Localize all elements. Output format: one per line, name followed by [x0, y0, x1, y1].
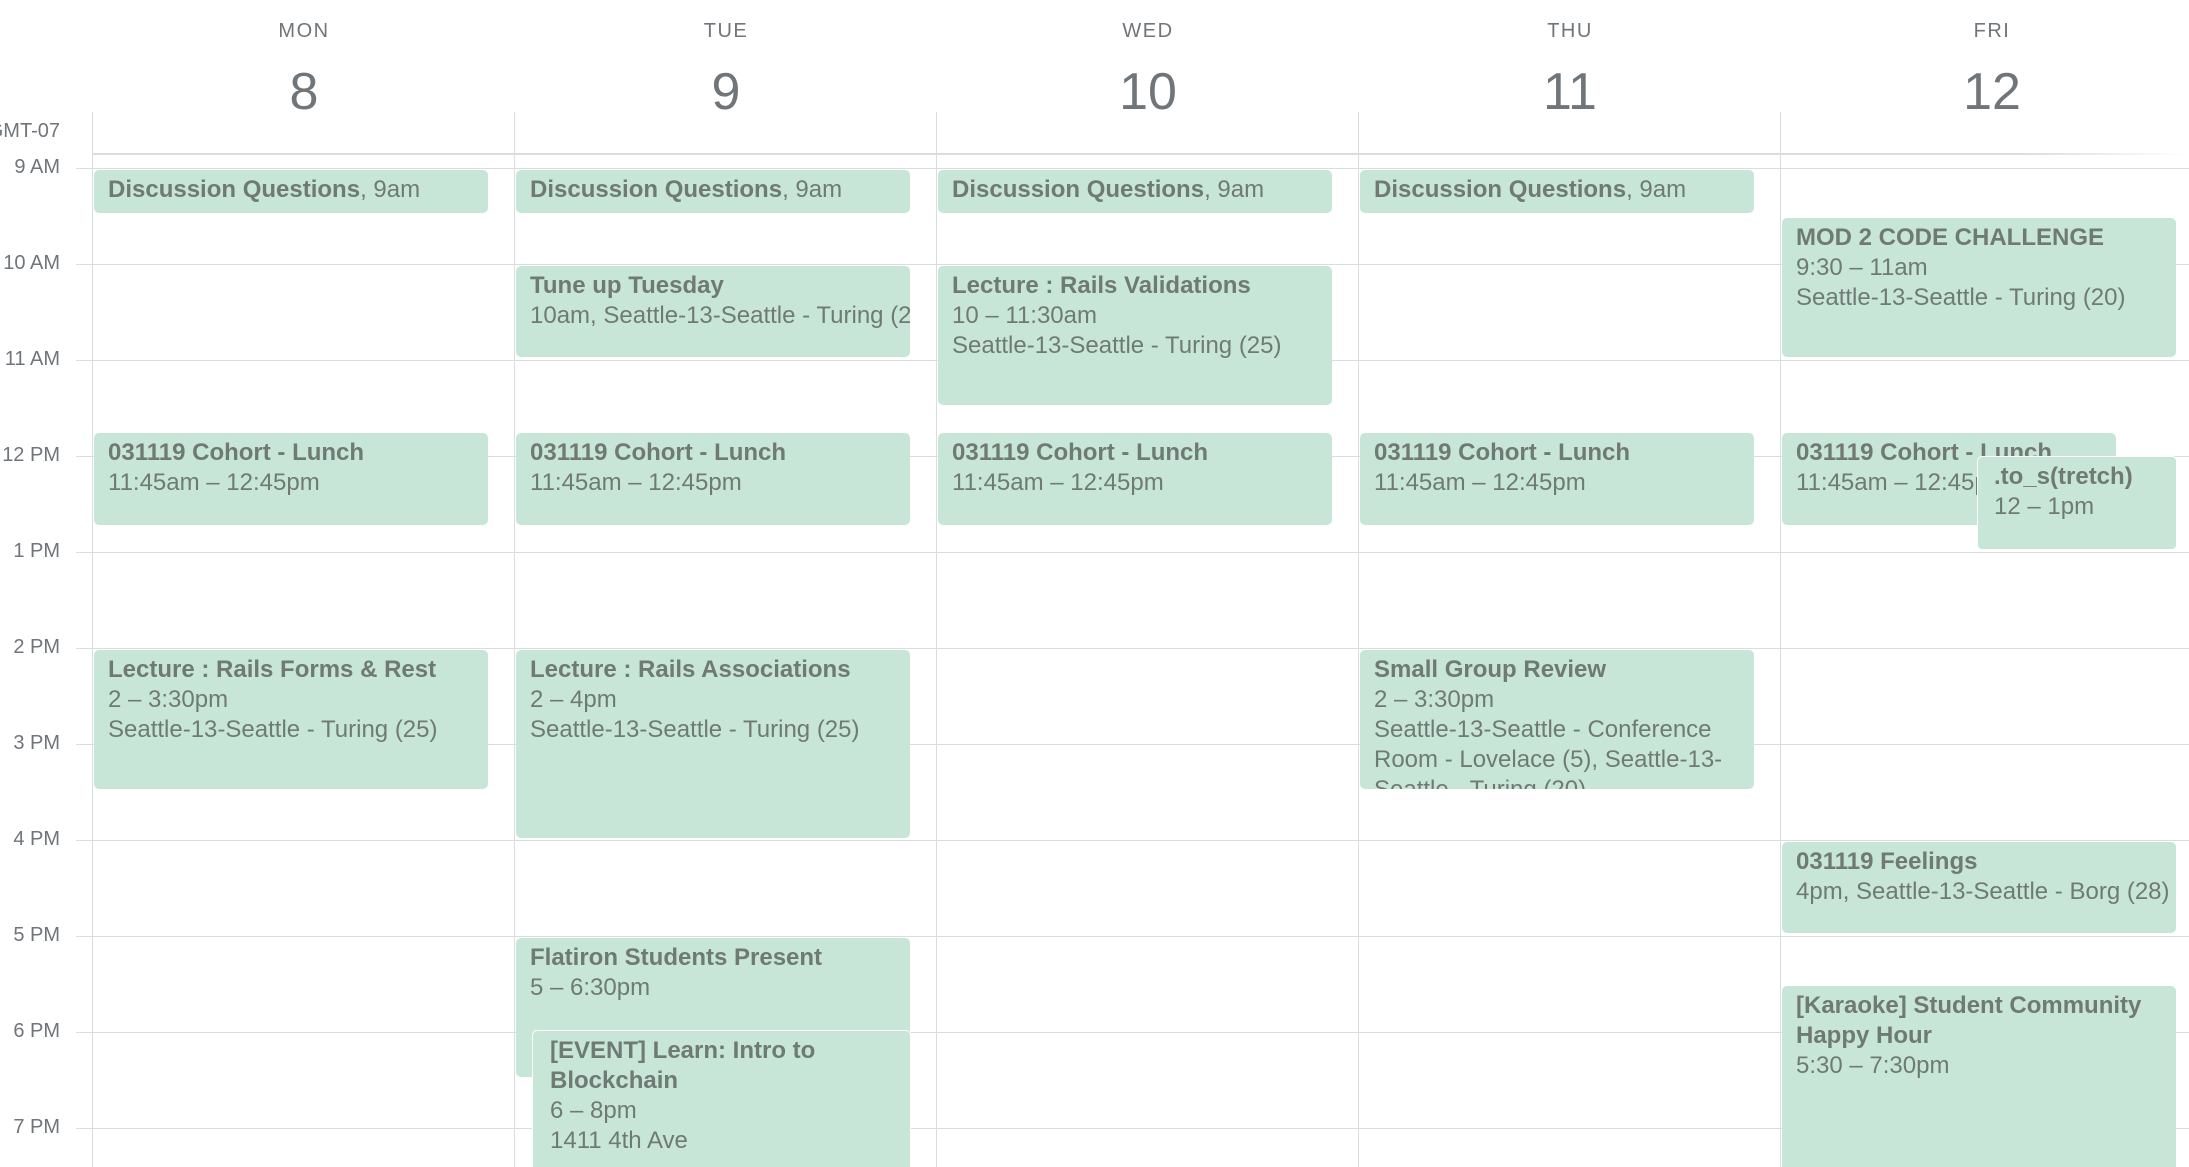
- event-location: Seattle-13-Seattle - Turing (25): [108, 716, 438, 743]
- event-time: 11:45am – 12:45pm: [1374, 469, 1586, 496]
- event-lecture-rails-validations[interactable]: Lecture : Rails Validations 10 – 11:30am…: [938, 266, 1332, 405]
- event-title: .to_s(tretch): [1994, 463, 2133, 490]
- event-small-group-review[interactable]: Small Group Review 2 – 3:30pm Seattle-13…: [1360, 650, 1754, 789]
- hour-label: 9 AM: [14, 156, 60, 178]
- all-day-divider: [92, 153, 2189, 155]
- hour-label: 2 PM: [13, 636, 60, 658]
- event-discussion-questions[interactable]: Discussion Questions, 9am: [94, 170, 488, 213]
- event-time: 11:45am – 12:45pm: [952, 469, 1164, 496]
- hour-label: 7 PM: [13, 1116, 60, 1138]
- hour-label: 5 PM: [13, 924, 60, 946]
- event-title: MOD 2 CODE CHALLENGE: [1796, 224, 2105, 251]
- hour-label: 11 AM: [4, 348, 60, 370]
- day-number[interactable]: 10: [937, 62, 1359, 122]
- day-of-week-label: MON: [278, 20, 330, 42]
- event-learn-intro-blockchain[interactable]: [EVENT] Learn: Intro to Blockchain 6 – 8…: [532, 1030, 911, 1167]
- event-title: Flatiron Students Present: [530, 944, 823, 971]
- hour-line-2pm: [76, 648, 2189, 649]
- event-title: Lecture : Rails Validations: [952, 272, 1251, 299]
- event-tune-up-tuesday[interactable]: Tune up Tuesday 10am, Seattle-13-Seattle…: [516, 266, 910, 357]
- event-karaoke-happy-hour[interactable]: [Karaoke] Student Community Happy Hour 5…: [1782, 986, 2176, 1167]
- event-time: 2 – 3:30pm: [108, 686, 229, 713]
- hour-label: 6 PM: [13, 1020, 60, 1042]
- event-time: 10 – 11:30am: [952, 302, 1097, 329]
- event-time: 2 – 4pm: [530, 686, 617, 713]
- hour-line-1pm: [76, 552, 2189, 553]
- calendar-week-view: MON 8 TUE 9 WED 10 THU 11 FRI 12 GMT-07 …: [0, 0, 2189, 1167]
- event-time: 2 – 3:30pm: [1374, 686, 1495, 713]
- event-title: Discussion Questions: [952, 176, 1205, 203]
- day-of-week-label: TUE: [703, 20, 749, 42]
- timezone-label: GMT-07: [0, 120, 60, 142]
- event-location: Seattle-13-Seattle - Turing (25): [952, 332, 1282, 359]
- event-time: , 9am: [1626, 176, 1687, 203]
- day-divider: [1358, 112, 1359, 1167]
- event-discussion-questions[interactable]: Discussion Questions, 9am: [516, 170, 910, 213]
- event-title: [Karaoke] Student Community Happy Hour: [1796, 992, 2142, 1049]
- day-divider: [936, 112, 937, 1167]
- day-of-week-label: THU: [1547, 20, 1593, 42]
- event-lecture-rails-forms[interactable]: Lecture : Rails Forms & Rest 2 – 3:30pm …: [94, 650, 488, 789]
- event-title: 031119 Cohort - Lunch: [530, 439, 787, 466]
- hour-label: 4 PM: [13, 828, 60, 850]
- day-of-week-label: WED: [1122, 20, 1174, 42]
- event-title: 031119 Cohort - Lunch: [1374, 439, 1631, 466]
- event-cohort-lunch[interactable]: 031119 Cohort - Lunch 11:45am – 12:45pm: [938, 433, 1332, 525]
- hour-line-4pm: [76, 840, 2189, 841]
- event-title: Discussion Questions: [1374, 176, 1627, 203]
- event-cohort-feelings[interactable]: 031119 Feelings 4pm, Seattle-13-Seattle …: [1782, 842, 2176, 933]
- event-cohort-lunch[interactable]: 031119 Cohort - Lunch 11:45am – 12:45pm: [516, 433, 910, 525]
- event-title: Small Group Review: [1374, 656, 1607, 683]
- hour-line-5pm: [76, 936, 2189, 937]
- event-time: 5 – 6:30pm: [530, 974, 651, 1001]
- day-number[interactable]: 11: [1359, 62, 1781, 122]
- event-title: 031119 Cohort - Lunch: [952, 439, 1209, 466]
- event-title: [EVENT] Learn: Intro to Blockchain: [550, 1037, 816, 1094]
- hour-label: 12 PM: [2, 444, 60, 466]
- event-time: 5:30 – 7:30pm: [1796, 1052, 1950, 1079]
- event-time: , 9am: [1204, 176, 1265, 203]
- event-title: Lecture : Rails Forms & Rest: [108, 656, 437, 683]
- event-time: 6 – 8pm: [550, 1097, 637, 1124]
- event-location: Seattle-13-Seattle - Turing (20): [1796, 284, 2126, 311]
- day-divider: [514, 112, 515, 1167]
- event-time: 10am, Seattle-13-Seattle - Turing (2: [530, 302, 910, 329]
- event-location: Seattle-13-Seattle - Turing (25): [530, 716, 860, 743]
- day-of-week-label: FRI: [1973, 20, 2011, 42]
- event-title: Tune up Tuesday: [530, 272, 724, 299]
- event-to-s-tretch[interactable]: .to_s(tretch) 12 – 1pm: [1977, 456, 2177, 550]
- event-discussion-questions[interactable]: Discussion Questions, 9am: [938, 170, 1332, 213]
- event-time: 11:45am – 12:45pm: [530, 469, 742, 496]
- event-mod2-code-challenge[interactable]: MOD 2 CODE CHALLENGE 9:30 – 11am Seattle…: [1782, 218, 2176, 357]
- hour-line-9am: [76, 168, 2189, 169]
- event-title: 031119 Feelings: [1796, 848, 1978, 875]
- event-title: Discussion Questions: [108, 176, 361, 203]
- hour-label: 3 PM: [13, 732, 60, 754]
- day-number[interactable]: 8: [93, 62, 515, 122]
- event-time: 4pm, Seattle-13-Seattle - Borg (28): [1796, 878, 2170, 905]
- hour-label: 10 AM: [3, 252, 60, 274]
- event-location: Seattle-13-Seattle - Conference Room - L…: [1374, 716, 1723, 789]
- event-lecture-rails-associations[interactable]: Lecture : Rails Associations 2 – 4pm Sea…: [516, 650, 910, 838]
- day-divider: [1780, 112, 1781, 1167]
- event-location: 1411 4th Ave: [550, 1127, 688, 1154]
- event-cohort-lunch[interactable]: 031119 Cohort - Lunch 11:45am – 12:45pm: [1360, 433, 1754, 525]
- event-title: Discussion Questions: [530, 176, 783, 203]
- event-time: 9:30 – 11am: [1796, 254, 1928, 281]
- event-discussion-questions[interactable]: Discussion Questions, 9am: [1360, 170, 1754, 213]
- day-number[interactable]: 9: [515, 62, 937, 122]
- event-title: Lecture : Rails Associations: [530, 656, 851, 683]
- event-cohort-lunch[interactable]: 031119 Cohort - Lunch 11:45am – 12:45pm: [94, 433, 488, 525]
- event-time: , 9am: [360, 176, 421, 203]
- event-time: , 9am: [782, 176, 843, 203]
- day-divider: [92, 112, 93, 1167]
- day-number[interactable]: 12: [1781, 62, 2189, 122]
- hour-label: 1 PM: [13, 540, 60, 562]
- event-title: 031119 Cohort - Lunch: [108, 439, 365, 466]
- event-time: 12 – 1pm: [1994, 493, 2095, 520]
- event-time: 11:45am – 12:45pm: [108, 469, 320, 496]
